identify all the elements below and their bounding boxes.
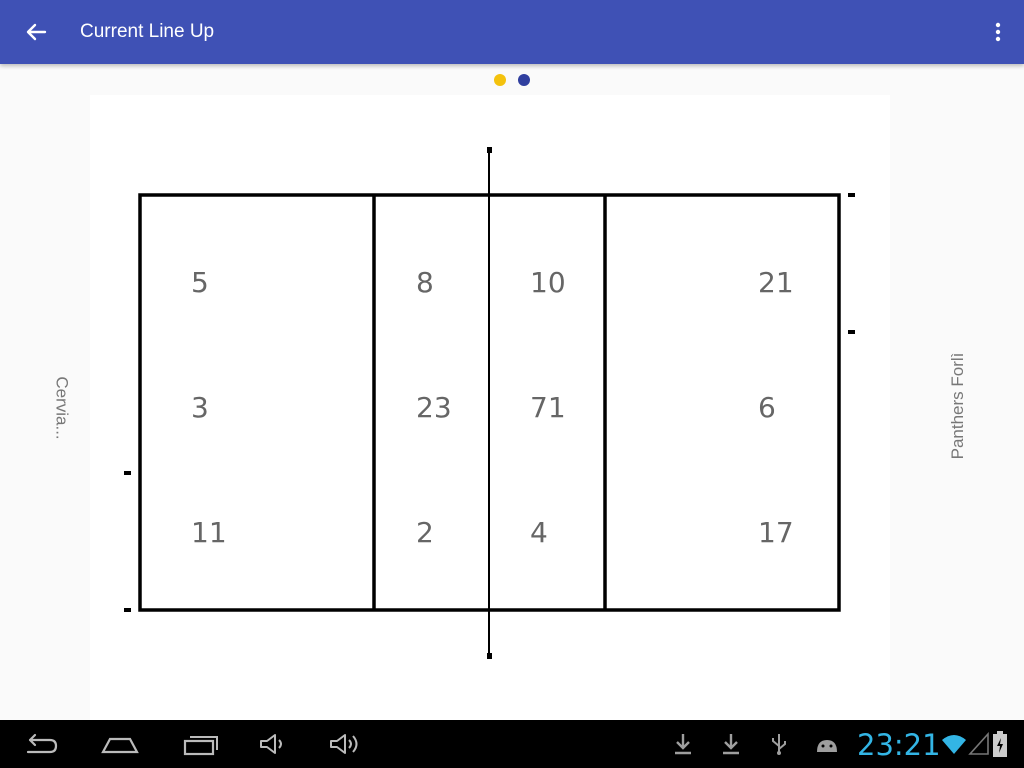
player-number[interactable]: 71	[530, 391, 566, 424]
download-icon	[723, 734, 739, 755]
player-number[interactable]: 6	[758, 391, 776, 424]
player-number[interactable]: 17	[758, 516, 794, 549]
home-nav-icon[interactable]	[100, 730, 140, 758]
recents-nav-icon[interactable]	[182, 730, 220, 758]
usb-icon	[772, 734, 786, 755]
android-debug-icon	[817, 740, 837, 752]
right-team-name: Panthers Forlì	[948, 352, 967, 460]
player-number[interactable]: 8	[416, 266, 434, 299]
player-number[interactable]: 4	[530, 516, 548, 549]
player-number[interactable]: 11	[191, 516, 227, 549]
volume-down-icon[interactable]	[258, 730, 290, 758]
player-number[interactable]: 23	[416, 391, 452, 424]
signal-icon	[968, 732, 989, 755]
player-number[interactable]: 5	[191, 266, 209, 299]
player-number[interactable]: 10	[530, 266, 566, 299]
battery-charging-icon	[993, 731, 1007, 757]
system-bar: 23:21	[0, 720, 1024, 768]
clock: 23:21	[857, 728, 941, 762]
player-number[interactable]: 2	[416, 516, 434, 549]
wifi-icon	[942, 735, 966, 754]
volleyball-court	[124, 147, 855, 659]
back-nav-icon[interactable]	[22, 730, 60, 758]
player-number[interactable]: 21	[758, 266, 794, 299]
download-icon	[675, 734, 691, 755]
volume-up-icon[interactable]	[328, 730, 362, 758]
left-team-name: Cervia...	[52, 376, 72, 440]
player-number[interactable]: 3	[191, 391, 209, 424]
